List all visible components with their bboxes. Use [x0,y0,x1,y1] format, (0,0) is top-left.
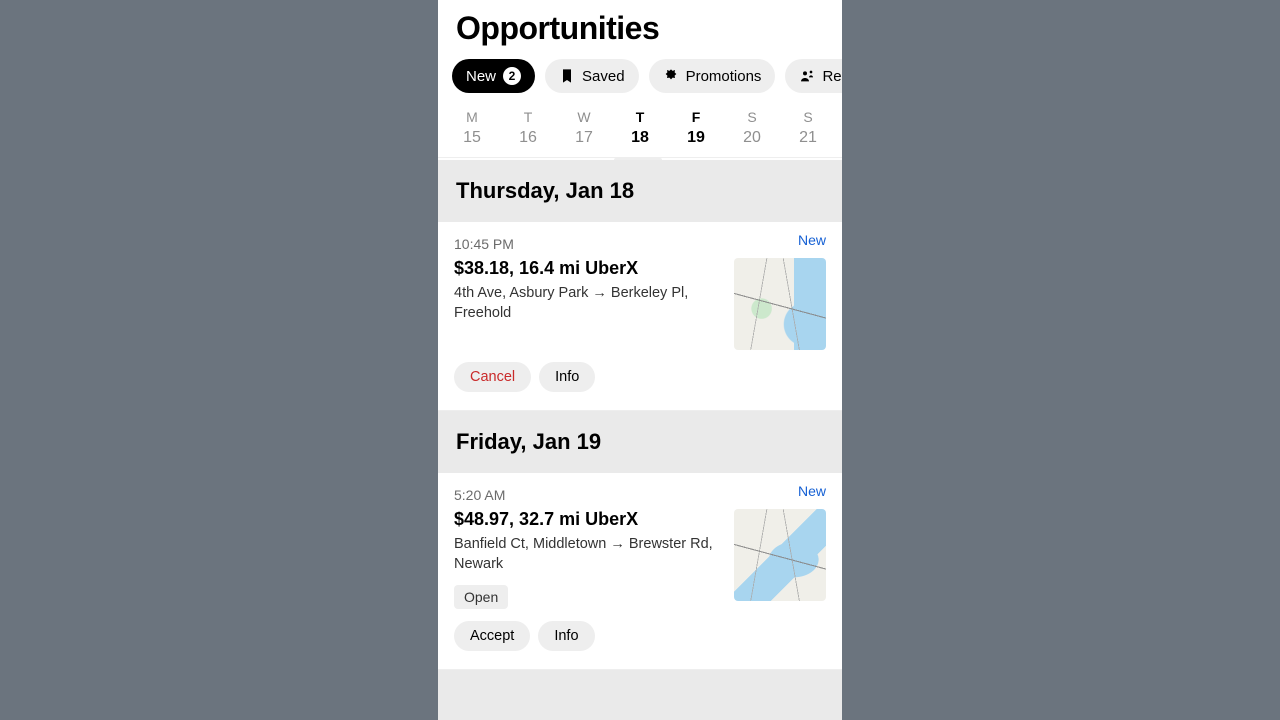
card-info: 5:20 AM $48.97, 32.7 mi UberX Banfield Ct,… [454,487,734,609]
card-route: 4th Ave, Asbury Park → Berkeley Pl, Free… [454,283,722,324]
card-route: Banfield Ct, Middletown → Brewster Rd, N… [454,534,722,575]
tab-label: New [466,68,496,85]
day-num: 19 [687,129,705,147]
tab-label: Reservations [822,68,842,85]
map-thumbnail[interactable] [734,258,826,350]
day-20[interactable]: S 20 [728,107,776,149]
day-num: 17 [575,129,593,147]
header: Opportunities [438,0,842,59]
bookmark-icon [559,68,575,84]
day-dow: S [747,109,756,125]
opportunity-card[interactable]: New 5:20 AM $48.97, 32.7 mi UberX Banfield … [438,473,842,670]
day-21[interactable]: S 21 [784,107,832,149]
new-badge: New [798,232,826,248]
day-dow: M [466,109,478,125]
card-actions: Accept Info [454,621,826,651]
opportunity-list: Thursday, Jan 18 New 10:45 PM $38.18, 16.4 … [438,160,842,670]
info-button[interactable]: Info [538,621,594,651]
cancel-button[interactable]: Cancel [454,362,531,392]
tab-label: Saved [582,68,625,85]
card-time: 5:20 AM [454,487,722,503]
accept-button[interactable]: Accept [454,621,530,651]
status-chip: Open [454,585,508,609]
map-thumbnail[interactable] [734,509,826,601]
card-top: 5:20 AM $48.97, 32.7 mi UberX Banfield Ct,… [454,487,826,609]
app-screen: Opportunities New 2 Saved Promotions Res… [438,0,842,720]
day-dow: W [577,109,590,125]
tab-reservations[interactable]: Reservations [785,59,842,93]
day-num: 15 [463,129,481,147]
calendar-person-icon [799,68,815,84]
day-16[interactable]: T 16 [504,107,552,149]
card-actions: Cancel Info [454,362,826,392]
filter-tabs: New 2 Saved Promotions Reservations [438,59,842,107]
day-selector: M 15 T 16 W 17 T 18 F 19 S 20 S 21 [438,107,842,158]
card-info: 10:45 PM $38.18, 16.4 mi UberX 4th Ave, As… [454,236,734,324]
card-title: $38.18, 16.4 mi UberX [454,258,722,279]
day-num: 21 [799,129,817,147]
day-num: 20 [743,129,761,147]
card-time: 10:45 PM [454,236,722,252]
tab-label: Promotions [686,68,762,85]
section-header: Thursday, Jan 18 [438,160,842,222]
section-header: Friday, Jan 19 [438,411,842,473]
tab-new[interactable]: New 2 [452,59,535,93]
day-18[interactable]: T 18 [616,107,664,149]
day-dow: F [692,109,701,125]
new-badge: New [798,483,826,499]
day-dow: T [636,109,645,125]
opportunity-card[interactable]: New 10:45 PM $38.18, 16.4 mi UberX 4th Ave,… [438,222,842,411]
card-title: $48.97, 32.7 mi UberX [454,509,722,530]
day-15[interactable]: M 15 [448,107,496,149]
day-dow: S [803,109,812,125]
page-title: Opportunities [456,10,824,47]
tag-icon [663,68,679,84]
tab-new-badge: 2 [503,67,521,85]
tab-promotions[interactable]: Promotions [649,59,776,93]
day-dow: T [524,109,533,125]
day-19[interactable]: F 19 [672,107,720,149]
day-num: 18 [631,129,649,147]
tab-saved[interactable]: Saved [545,59,639,93]
day-num: 16 [519,129,537,147]
empty-area [438,670,842,720]
card-top: 10:45 PM $38.18, 16.4 mi UberX 4th Ave, As… [454,236,826,350]
info-button[interactable]: Info [539,362,595,392]
day-17[interactable]: W 17 [560,107,608,149]
